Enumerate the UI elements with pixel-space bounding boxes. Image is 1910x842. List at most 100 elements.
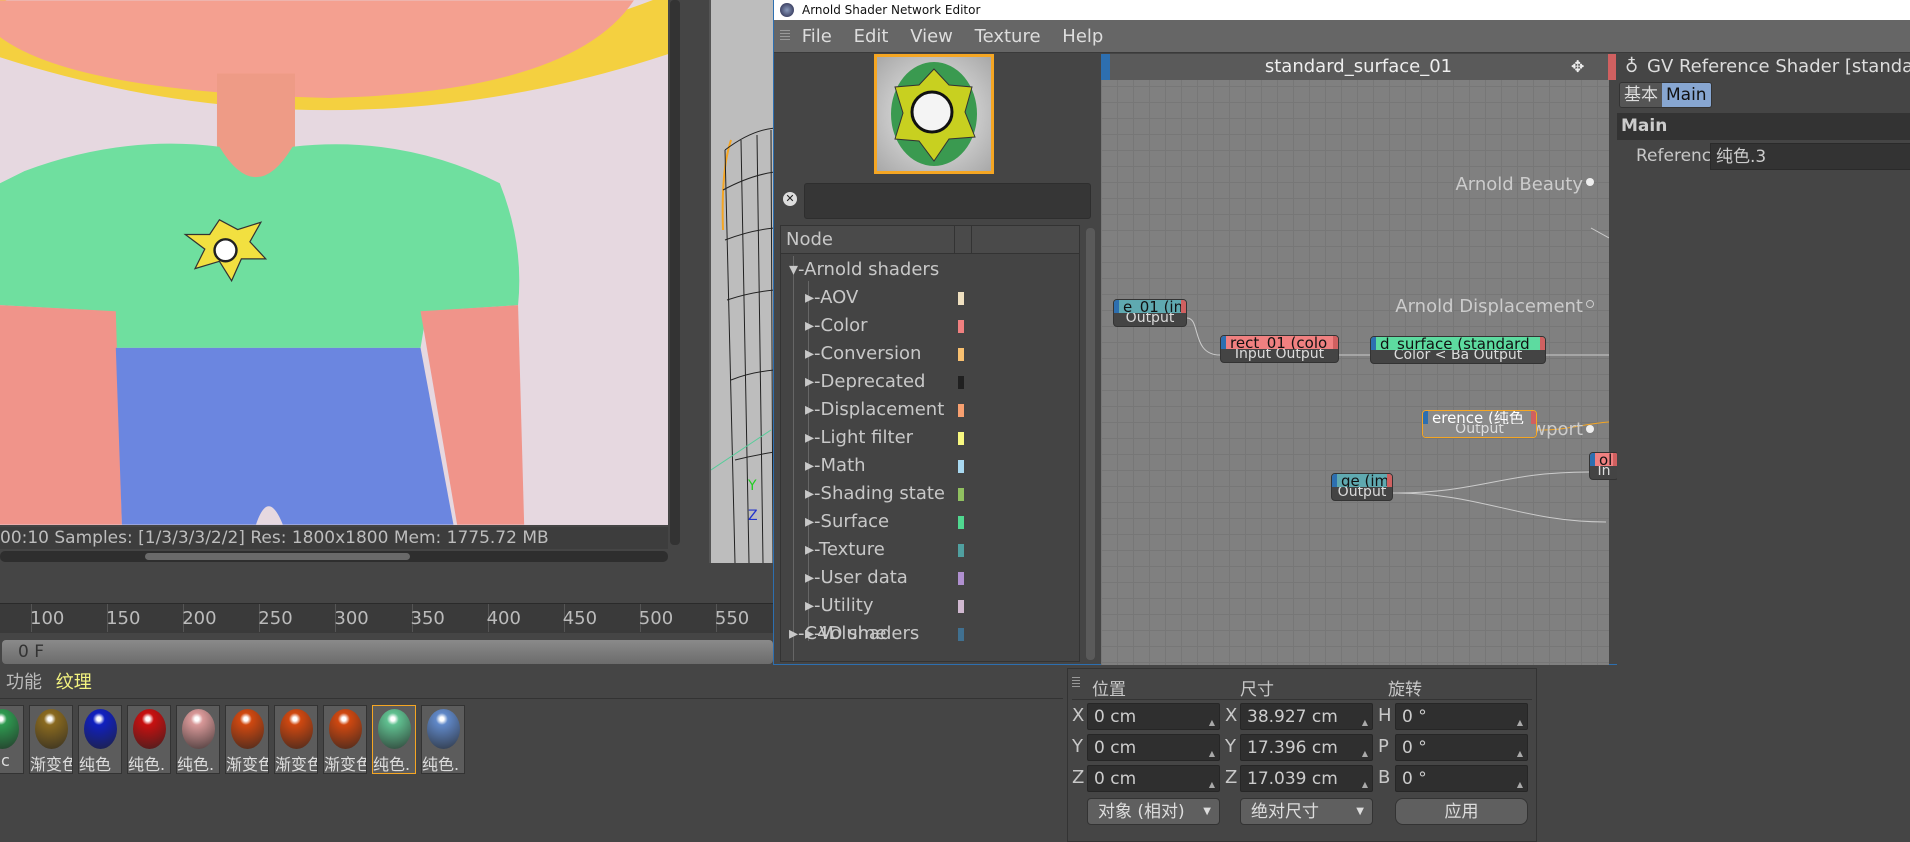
tree-item-deprecated[interactable]: ▸-Deprecated bbox=[805, 368, 925, 396]
clear-search-icon[interactable]: ✕ bbox=[783, 192, 797, 206]
tree-item-label: Conversion bbox=[820, 343, 922, 364]
menu-edit[interactable]: Edit bbox=[854, 20, 889, 53]
spinner-arrows-icon[interactable]: ▲▼ bbox=[1517, 741, 1523, 760]
rot-field[interactable]: 0 ° ▲▼ bbox=[1395, 734, 1528, 761]
tree-item-surface[interactable]: ▸-Surface bbox=[805, 508, 889, 536]
dropdown-value: 对象 (相对) bbox=[1098, 802, 1185, 822]
frame-slider[interactable]: 0 F bbox=[2, 640, 773, 664]
material-ball-icon bbox=[35, 709, 68, 749]
output-arnold-beauty: Arnold Beauty bbox=[1455, 174, 1583, 195]
tree-item-aov[interactable]: ▸-AOV bbox=[805, 284, 858, 312]
tree-item-shading-state[interactable]: ▸-Shading state bbox=[805, 480, 945, 508]
axis-label: B bbox=[1378, 767, 1391, 788]
material-swatch[interactable]: 纯色. bbox=[421, 705, 465, 774]
node-graph-canvas[interactable]: Arnold Beauty Arnold Displacement Arnold… bbox=[1101, 54, 1619, 665]
tree-item-volume[interactable]: ▸-Volume bbox=[805, 620, 886, 648]
size-mode-dropdown[interactable]: 绝对尺寸 ▼ bbox=[1240, 798, 1373, 825]
spinner-arrows-icon[interactable]: ▲▼ bbox=[1517, 710, 1523, 729]
ruler-label: 350 bbox=[410, 608, 445, 629]
output-port[interactable] bbox=[1586, 178, 1594, 186]
coordinate-mode-dropdown[interactable]: 对象 (相对) ▼ bbox=[1087, 798, 1220, 825]
node-search-input[interactable] bbox=[804, 183, 1091, 219]
spinner-arrows-icon[interactable]: ▲▼ bbox=[1517, 772, 1523, 791]
tree-item-conversion[interactable]: ▸-Conversion bbox=[805, 340, 921, 368]
menu-function[interactable]: 功能 bbox=[6, 672, 42, 693]
node-tree: Node ▾-Arnold shaders ▸-C4D shaders ▸-AO… bbox=[780, 225, 1080, 662]
tab-main[interactable]: Main bbox=[1662, 83, 1711, 107]
section-main[interactable]: Main bbox=[1617, 113, 1910, 140]
tree-item-math[interactable]: ▸-Math bbox=[805, 452, 866, 480]
material-swatch[interactable]: 渐变色 bbox=[29, 705, 73, 774]
tree-item-arnold-shaders[interactable]: ▾-Arnold shaders bbox=[789, 256, 939, 284]
field-value: 0 ° bbox=[1402, 738, 1427, 758]
material-swatch[interactable]: 渐变色 bbox=[274, 705, 318, 774]
navigate-arrows-icon[interactable]: ✥ bbox=[1571, 54, 1584, 80]
material-swatch[interactable]: 渐变色 bbox=[323, 705, 367, 774]
shader-node[interactable]: rect_01 (colo Input Output bbox=[1220, 335, 1339, 363]
material-swatch[interactable]: 纯色. bbox=[372, 705, 416, 774]
ruler-label: 500 bbox=[638, 608, 674, 629]
spinner-arrows-icon[interactable]: ▲▼ bbox=[1362, 741, 1368, 760]
output-port[interactable] bbox=[1586, 300, 1594, 308]
scrollbar-thumb[interactable] bbox=[145, 553, 410, 560]
spinner-arrows-icon[interactable]: ▲▼ bbox=[1362, 710, 1368, 729]
menu-view[interactable]: View bbox=[910, 20, 953, 53]
tree-item-color[interactable]: ▸-Color bbox=[805, 312, 868, 340]
tree-item-light-filter[interactable]: ▸-Light filter bbox=[805, 424, 913, 452]
render-view[interactable] bbox=[0, 0, 668, 525]
category-color-swatch bbox=[958, 404, 964, 417]
spinner-arrows-icon[interactable]: ▲▼ bbox=[1362, 772, 1368, 791]
render-vertical-scrollbar[interactable] bbox=[670, 0, 680, 545]
size-field[interactable]: 17.396 cm ▲▼ bbox=[1240, 734, 1373, 761]
tree-item-label: Deprecated bbox=[820, 371, 926, 392]
rot-field[interactable]: 0 ° ▲▼ bbox=[1395, 703, 1528, 730]
shader-node[interactable]: erence (纯色 Output bbox=[1422, 410, 1537, 438]
node-title: e_01 (im bbox=[1114, 300, 1186, 313]
spinner-arrows-icon[interactable]: ▲▼ bbox=[1209, 710, 1215, 729]
material-label: 纯色. bbox=[177, 755, 215, 774]
material-swatch[interactable]: 纯色 bbox=[78, 705, 122, 774]
material-swatch[interactable]: anc bbox=[0, 705, 24, 774]
menu-help[interactable]: Help bbox=[1062, 20, 1103, 53]
output-port[interactable] bbox=[1586, 425, 1594, 433]
category-color-swatch bbox=[958, 376, 964, 389]
pos-field[interactable]: 0 cm ▲▼ bbox=[1087, 703, 1220, 730]
pos-field[interactable]: 0 cm ▲▼ bbox=[1087, 734, 1220, 761]
material-swatch[interactable]: 纯色. bbox=[176, 705, 220, 774]
tree-item-user-data[interactable]: ▸-User data bbox=[805, 564, 908, 592]
menu-texture[interactable]: Texture bbox=[975, 20, 1041, 53]
tree-item-texture[interactable]: ▸-Texture bbox=[805, 536, 885, 564]
spinner-arrows-icon[interactable]: ▲▼ bbox=[1209, 772, 1215, 791]
3d-viewport[interactable]: Y Z bbox=[709, 0, 773, 563]
pos-field[interactable]: 0 cm ▲▼ bbox=[1087, 765, 1220, 792]
window-title: Arnold Shader Network Editor bbox=[774, 0, 1910, 20]
shader-node[interactable]: ol In bbox=[1589, 452, 1619, 480]
graph-close-marker[interactable] bbox=[1608, 54, 1616, 80]
tree-item-displacement[interactable]: ▸-Displacement bbox=[805, 396, 944, 424]
spinner-arrows-icon[interactable]: ▲▼ bbox=[1209, 741, 1215, 760]
axis-label: Y bbox=[1225, 736, 1236, 757]
apply-button[interactable]: 应用 bbox=[1395, 798, 1528, 825]
material-manager: 功能 纹理 anc 渐变色 纯色 纯色. 纯色. 渐变色 渐变色 渐变色 纯色.… bbox=[0, 665, 1063, 842]
material-ball-icon bbox=[0, 709, 19, 749]
attribute-tabs: 基本 Main bbox=[1619, 82, 1712, 108]
shader-node[interactable]: e_01 (im Output bbox=[1113, 299, 1187, 327]
ruler-label: 300 bbox=[334, 608, 369, 629]
menu-texture[interactable]: 纹理 bbox=[56, 672, 92, 693]
tree-item-utility[interactable]: ▸-Utility bbox=[805, 592, 873, 620]
material-swatch[interactable]: 纯色. bbox=[127, 705, 171, 774]
size-field[interactable]: 17.039 cm ▲▼ bbox=[1240, 765, 1373, 792]
output-arnold-displacement: Arnold Displacement bbox=[1395, 296, 1583, 317]
reference-field[interactable]: 纯色.3 bbox=[1710, 143, 1910, 170]
material-swatch[interactable]: 渐变色 bbox=[225, 705, 269, 774]
render-image bbox=[0, 0, 668, 525]
size-field[interactable]: 38.927 cm ▲▼ bbox=[1240, 703, 1373, 730]
attribute-panel: ♁ GV Reference Shader [standard 基本 Main … bbox=[1617, 54, 1910, 665]
shader-node[interactable]: ge (im Output bbox=[1331, 473, 1393, 501]
shader-node[interactable]: d_surface (standard Color < Ba Output bbox=[1370, 336, 1546, 364]
rot-field[interactable]: 0 ° ▲▼ bbox=[1395, 765, 1528, 792]
menu-file[interactable]: File bbox=[802, 20, 832, 53]
timeline-ruler[interactable]: 100 150 200 250 300 350 400 450 500 550 bbox=[0, 603, 773, 633]
tab-basic[interactable]: 基本 bbox=[1620, 83, 1662, 107]
tree-scrollbar[interactable] bbox=[1086, 228, 1095, 660]
